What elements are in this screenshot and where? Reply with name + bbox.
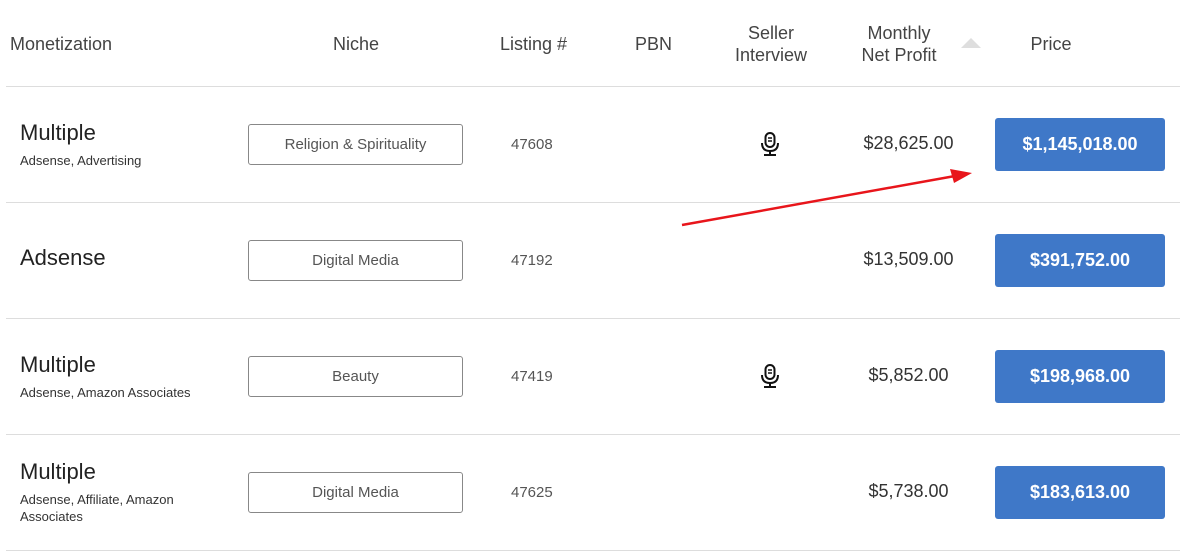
table-row: Adsense Digital Media 47192 $13,509.00 $… xyxy=(6,203,1180,319)
table-header: Monetization Niche Listing # PBN Seller … xyxy=(6,0,1180,87)
niche-button[interactable]: Digital Media xyxy=(248,472,463,513)
monthly-net-profit: $28,625.00 xyxy=(863,133,954,153)
price-button[interactable]: $1,145,018.00 xyxy=(995,118,1165,171)
listings-table: Monetization Niche Listing # PBN Seller … xyxy=(6,0,1180,551)
listing-number: 47192 xyxy=(511,252,553,269)
header-monetization[interactable]: Monetization xyxy=(10,33,112,55)
sort-ascending-icon[interactable] xyxy=(961,38,981,48)
microphone-icon[interactable] xyxy=(759,364,781,388)
header-niche[interactable]: Niche xyxy=(316,33,396,55)
header-net-profit[interactable]: Monthly Net Profit xyxy=(849,22,949,66)
listing-number: 47625 xyxy=(511,484,553,501)
header-seller-interview[interactable]: Seller Interview xyxy=(721,22,821,66)
listing-number: 47419 xyxy=(511,368,553,385)
header-seller-interview-line1: Seller xyxy=(747,23,795,43)
price-button[interactable]: $391,752.00 xyxy=(995,234,1165,287)
monetization-type: Multiple xyxy=(20,120,96,145)
monetization-sources: Adsense, Advertising xyxy=(20,153,142,168)
niche-button[interactable]: Religion & Spirituality xyxy=(248,124,463,165)
header-pbn[interactable]: PBN xyxy=(626,33,681,55)
niche-button[interactable]: Beauty xyxy=(248,356,463,397)
table-row: Multiple Adsense, Amazon Associates Beau… xyxy=(6,319,1180,435)
price-button[interactable]: $198,968.00 xyxy=(995,350,1165,403)
price-button[interactable]: $183,613.00 xyxy=(995,466,1165,519)
header-net-profit-line2: Net Profit xyxy=(861,45,937,65)
monthly-net-profit: $5,852.00 xyxy=(868,365,949,385)
table-row: Multiple Adsense, Advertising Religion &… xyxy=(6,87,1180,203)
table-row: Multiple Adsense, Affiliate, Amazon Asso… xyxy=(6,435,1180,551)
monetization-type: Adsense xyxy=(20,245,106,270)
header-listing[interactable]: Listing # xyxy=(491,33,576,55)
header-net-profit-line1: Monthly xyxy=(867,23,931,43)
header-price[interactable]: Price xyxy=(1011,33,1091,55)
microphone-icon[interactable] xyxy=(759,132,781,156)
monetization-type: Multiple xyxy=(20,459,96,484)
monthly-net-profit: $5,738.00 xyxy=(868,481,949,501)
header-seller-interview-line2: Interview xyxy=(734,45,808,65)
monetization-type: Multiple xyxy=(20,352,96,377)
monetization-sources: Adsense, Amazon Associates xyxy=(20,385,191,400)
niche-button[interactable]: Digital Media xyxy=(248,240,463,281)
monetization-sources: Adsense, Affiliate, Amazon Associates xyxy=(20,492,174,524)
listing-number: 47608 xyxy=(511,136,553,153)
monthly-net-profit: $13,509.00 xyxy=(863,249,954,269)
